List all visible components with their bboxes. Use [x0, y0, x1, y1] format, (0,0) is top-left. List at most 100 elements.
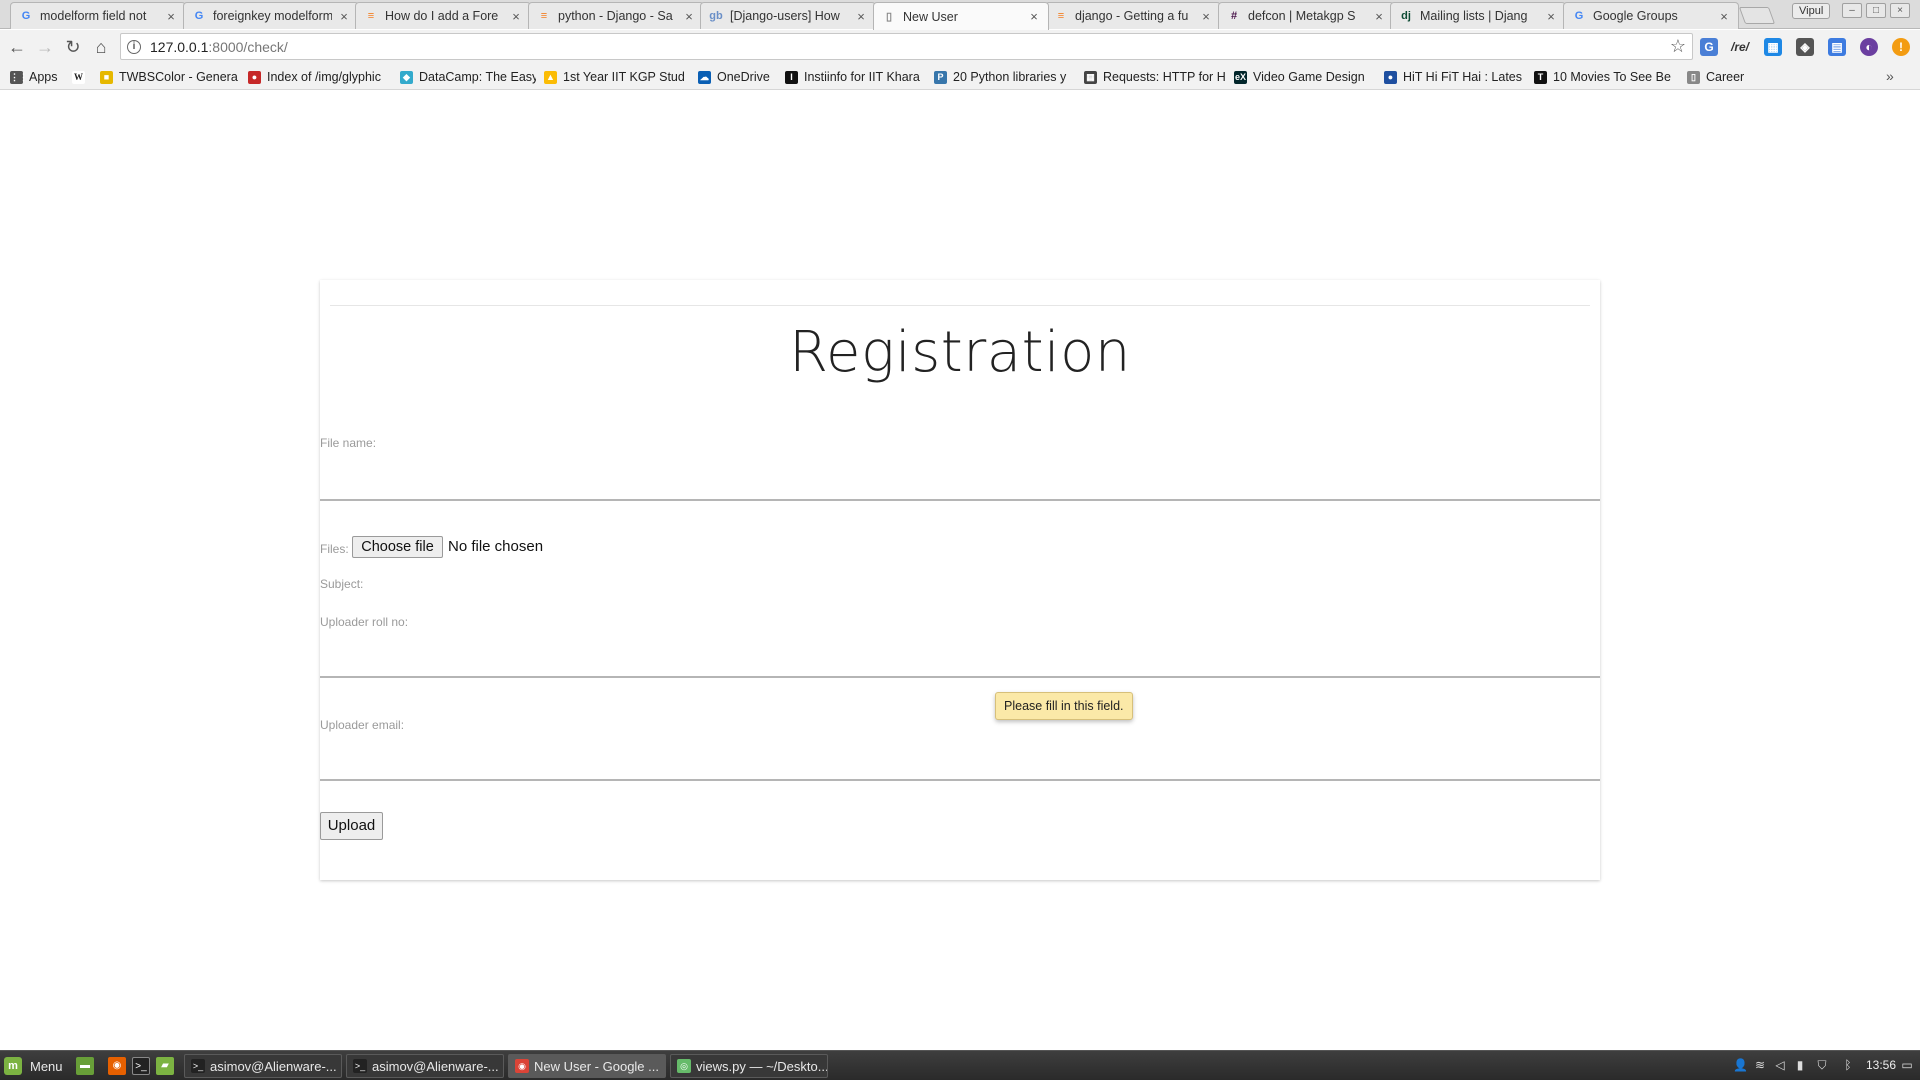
bookmark-star-icon[interactable]: ☆ — [1670, 36, 1686, 57]
bookmark-item[interactable]: ▦ Requests: HTTP for H — [1084, 68, 1226, 86]
stackoverflow-icon: ≡ — [367, 10, 375, 22]
bookmark-label: TWBSColor - Genera — [119, 70, 238, 84]
instiinfo-icon: I — [785, 70, 798, 84]
python-icon: P — [934, 70, 947, 84]
bookmark-item[interactable]: ◆ DataCamp: The Easy — [400, 68, 536, 86]
taskbar-window-button[interactable]: ◎ views.py — ~/Deskto... — [670, 1054, 828, 1078]
battery-tray-icon[interactable]: ▮ — [1793, 1058, 1807, 1072]
site-info-icon[interactable]: i — [127, 40, 141, 54]
volume-tray-icon[interactable]: ◁ — [1773, 1058, 1787, 1072]
browser-tab[interactable]: ≡ How do I add a Fore × — [355, 2, 531, 29]
tab-close-icon[interactable]: × — [1200, 9, 1212, 24]
bookmark-label: 10 Movies To See Be — [1553, 70, 1671, 84]
bookmarks-bar: ⋮⋮ Apps W ■ TWBSColor - Genera ● Index of /img… — [0, 64, 1920, 90]
mint-logo-icon: m — [4, 1057, 22, 1075]
reload-icon[interactable]: ↻ — [62, 36, 84, 58]
browser-tab[interactable]: Gmodelform field not × — [10, 2, 186, 29]
browser-tab[interactable]: ≡ django - Getting a fu × — [1045, 2, 1221, 29]
tab-close-icon[interactable]: × — [1373, 9, 1385, 24]
browser-tab[interactable]: # defcon | Metakgp S × — [1218, 2, 1394, 29]
browser-tab[interactable]: ▯ New User × — [873, 2, 1049, 30]
bookmark-item[interactable]: T 10 Movies To See Be — [1534, 68, 1676, 86]
browser-tab[interactable]: dj Mailing lists | Djang × — [1390, 2, 1566, 29]
new-tab-button[interactable] — [1738, 7, 1776, 24]
uploader-email-input[interactable] — [320, 747, 1600, 775]
hithifithai-icon: ● — [1384, 70, 1397, 84]
no-file-chosen-text: No file chosen — [448, 538, 544, 555]
file-name-input[interactable] — [320, 468, 1600, 496]
user-tray-icon[interactable]: 👤 — [1733, 1058, 1748, 1072]
taskbar-window-button[interactable]: ◉ New User - Google ... — [508, 1054, 666, 1078]
page-title: Registration — [789, 320, 1131, 385]
bookmark-item[interactable]: ▲ 1st Year IIT KGP Stud — [544, 68, 692, 86]
home-icon[interactable]: ⌂ — [90, 36, 112, 58]
atom-icon: ◎ — [677, 1059, 691, 1073]
tab-close-icon[interactable]: × — [338, 9, 350, 24]
security-shield-tray-icon[interactable]: ⛉ — [1815, 1058, 1829, 1072]
regex-extension-icon[interactable]: /re/ — [1731, 38, 1749, 56]
onedrive-icon: ☁ — [698, 70, 711, 84]
bookmark-item[interactable]: P 20 Python libraries y — [934, 68, 1076, 86]
bluetooth-tray-icon[interactable]: ᛒ — [1841, 1058, 1855, 1072]
profile-button[interactable]: Vipul — [1792, 3, 1831, 19]
tab-title: New User — [903, 9, 958, 24]
uploader-roll-no-underline — [320, 676, 1600, 678]
bookmark-label: OneDrive — [717, 70, 770, 84]
wifi-tray-icon[interactable]: ≋ — [1753, 1058, 1767, 1072]
notifications-tray-icon[interactable]: ▭ — [1900, 1058, 1914, 1072]
minimize-window-icon[interactable]: – — [1842, 3, 1862, 18]
close-window-icon[interactable]: × — [1890, 3, 1910, 18]
start-menu-button[interactable]: m Menu — [4, 1056, 63, 1076]
bookmark-label: Apps — [29, 70, 58, 84]
google-groups-icon: G — [1574, 10, 1584, 22]
google-translate-icon[interactable]: G — [1700, 38, 1718, 56]
tab-close-icon[interactable]: × — [1718, 9, 1730, 24]
bookmark-label: Index of /img/glyphic — [267, 70, 381, 84]
tab-close-icon[interactable]: × — [510, 9, 522, 24]
window-extension-icon[interactable]: ▦ — [1764, 38, 1782, 56]
bookmark-item[interactable]: ■ TWBSColor - Genera — [100, 68, 240, 86]
bookmark-item[interactable]: ⋮⋮ Apps — [10, 68, 62, 86]
tab-close-icon[interactable]: × — [165, 9, 177, 24]
maximize-window-icon[interactable]: □ — [1866, 3, 1886, 18]
alert-extension-icon[interactable]: ! — [1892, 38, 1910, 56]
tab-close-icon[interactable]: × — [683, 9, 695, 24]
bookmark-item[interactable]: W — [72, 68, 92, 86]
shield-extension-icon[interactable]: ◈ — [1796, 38, 1814, 56]
bookmark-label: 20 Python libraries y — [953, 70, 1067, 84]
github-extension-icon[interactable]: ◐ — [1860, 38, 1878, 56]
tab-extension-icon[interactable]: ▤ — [1828, 38, 1846, 56]
tab-close-icon[interactable]: × — [855, 9, 867, 24]
files-folder-icon[interactable]: ▰ — [156, 1057, 174, 1075]
tab-close-icon[interactable]: × — [1545, 9, 1557, 24]
bookmark-item[interactable]: ● HiT Hi FiT Hai : Lates — [1384, 68, 1526, 86]
back-arrow-icon[interactable]: ← — [6, 36, 28, 58]
upload-button[interactable]: Upload — [320, 812, 383, 840]
browser-tab[interactable]: ≡ python - Django - Sa × — [528, 2, 704, 29]
terminal-launcher-icon[interactable]: >_ — [132, 1057, 150, 1075]
bookmark-label: Requests: HTTP for H — [1103, 70, 1226, 84]
taskbar-window-button[interactable]: >_ asimov@Alienware-... — [184, 1054, 342, 1078]
tab-close-icon[interactable]: × — [1028, 9, 1040, 24]
bookmark-item[interactable]: ▯ Career — [1687, 68, 1757, 86]
bookmark-item[interactable]: I Instiinfo for IIT Khara — [785, 68, 927, 86]
taskbar-window-button[interactable]: >_ asimov@Alienware-... — [346, 1054, 504, 1078]
browser-tab[interactable]: G Google Groups × — [1563, 2, 1739, 29]
show-desktop-icon[interactable]: ▬ — [76, 1057, 94, 1075]
taskbar-window-label: views.py — ~/Deskto... — [696, 1058, 828, 1074]
bookmark-label: 1st Year IIT KGP Stud — [563, 70, 685, 84]
choose-file-button[interactable]: Choose file — [352, 536, 443, 558]
more-bookmarks-icon[interactable]: » — [1886, 68, 1894, 84]
browser-tab[interactable]: gb [Django-users] How × — [700, 2, 876, 29]
uploader-roll-no-input[interactable] — [320, 644, 1600, 672]
forward-arrow-icon[interactable]: → — [34, 36, 56, 58]
bookmark-item[interactable]: ☁ OneDrive — [698, 68, 778, 86]
browser-tab[interactable]: Gforeignkey modelform × — [183, 2, 359, 29]
firefox-icon[interactable]: ◉ — [108, 1057, 126, 1075]
url-path: :8000/check/ — [208, 39, 288, 55]
bookmark-item[interactable]: ● Index of /img/glyphic — [248, 68, 392, 86]
address-bar[interactable]: i 127.0.0.1:8000/check/ ☆ — [120, 33, 1693, 60]
taskbar-window-label: asimov@Alienware-... — [210, 1058, 337, 1074]
bookmark-item[interactable]: eX Video Game Design — [1234, 68, 1376, 86]
subject-label: Subject: — [320, 577, 364, 591]
